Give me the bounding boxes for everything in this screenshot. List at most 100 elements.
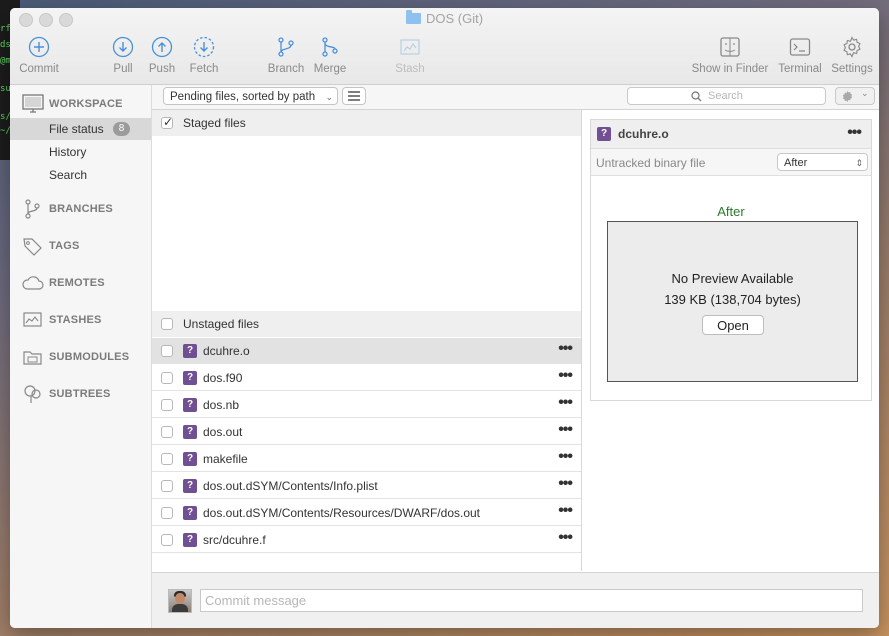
terminal-icon bbox=[789, 38, 811, 56]
staged-files-header: Staged files bbox=[152, 110, 581, 136]
file-name: src/dcuhre.f bbox=[203, 533, 266, 547]
sidebar-section-tags[interactable]: TAGS bbox=[22, 236, 80, 256]
list-view-toggle[interactable] bbox=[342, 87, 366, 105]
sidebar-item-file-status[interactable]: File status 8 bbox=[10, 118, 151, 140]
gear-icon bbox=[842, 90, 853, 103]
stage-all-checkbox[interactable] bbox=[161, 115, 173, 129]
diff-preview-pane: ? dcuhre.o ••• Untracked binary file Aft… bbox=[582, 110, 879, 571]
list-icon bbox=[348, 91, 360, 101]
unstaged-files-label: Unstaged files bbox=[183, 317, 260, 331]
commit-button[interactable]: Commit bbox=[19, 36, 59, 75]
cloud-icon bbox=[22, 276, 44, 290]
gear-icon bbox=[843, 36, 861, 58]
push-button[interactable]: Push bbox=[147, 36, 177, 75]
toolbar: DOS (Git) Commit Pull Push Fetch Branch … bbox=[10, 8, 879, 85]
file-name: dos.out.dSYM/Contents/Resources/DWARF/do… bbox=[203, 506, 481, 520]
file-row[interactable]: ? dos.nb ••• bbox=[152, 392, 581, 418]
file-row[interactable]: ? src/dcuhre.f ••• bbox=[152, 527, 581, 553]
more-options-icon[interactable]: ••• bbox=[558, 529, 573, 547]
stash-button[interactable]: Stash bbox=[390, 36, 430, 75]
sidebar-section-stashes[interactable]: STASHES bbox=[22, 310, 102, 330]
sidebar-section-submodules[interactable]: SUBMODULES bbox=[22, 347, 129, 367]
terminal-button[interactable]: Terminal bbox=[776, 36, 824, 75]
sidebar-item-label: Search bbox=[49, 168, 88, 182]
untracked-badge: ? bbox=[597, 127, 611, 141]
push-label: Push bbox=[148, 63, 176, 75]
untracked-badge: ? bbox=[183, 506, 197, 520]
tag-icon bbox=[23, 238, 42, 256]
untracked-badge: ? bbox=[183, 398, 197, 412]
preview-subheader: Untracked binary file After ⇕ bbox=[591, 149, 871, 176]
file-row[interactable]: ? dos.f90 ••• bbox=[152, 365, 581, 391]
unstaged-files-header: Unstaged files bbox=[152, 311, 581, 337]
more-options-icon[interactable]: ••• bbox=[558, 340, 573, 358]
file-checkbox[interactable] bbox=[161, 507, 173, 519]
file-checkbox[interactable] bbox=[161, 426, 173, 438]
file-checkbox[interactable] bbox=[161, 345, 173, 357]
fetch-button[interactable]: Fetch bbox=[186, 36, 222, 75]
untracked-badge: ? bbox=[183, 533, 197, 547]
sidebar-section-branches[interactable]: BRANCHES bbox=[22, 199, 113, 219]
open-button[interactable]: Open bbox=[702, 315, 764, 335]
search-box[interactable] bbox=[627, 87, 826, 105]
pull-label: Pull bbox=[113, 63, 133, 75]
file-row[interactable]: ? makefile ••• bbox=[152, 446, 581, 472]
show-in-finder-button[interactable]: Show in Finder bbox=[690, 36, 770, 75]
file-checkbox[interactable] bbox=[161, 453, 173, 465]
file-list-pane: Staged files Unstaged files ? dcuhre.o •… bbox=[152, 110, 582, 571]
file-checkbox[interactable] bbox=[161, 372, 173, 384]
sidebar-section-label: BRANCHES bbox=[49, 203, 113, 215]
file-preview: ? dcuhre.o ••• Untracked binary file Aft… bbox=[590, 119, 872, 401]
commit-message-input[interactable] bbox=[200, 589, 863, 612]
sidebar-section-subtrees[interactable]: SUBTREES bbox=[22, 384, 111, 404]
pull-button[interactable]: Pull bbox=[108, 36, 138, 75]
folder-stack-icon bbox=[23, 351, 42, 365]
settings-button[interactable]: Settings bbox=[830, 36, 874, 75]
arrow-up-circle-icon bbox=[151, 36, 173, 58]
file-checkbox[interactable] bbox=[161, 480, 173, 492]
file-row[interactable]: ? dos.out.dSYM/Contents/Resources/DWARF/… bbox=[152, 500, 581, 526]
sidebar-item-history[interactable]: History bbox=[10, 141, 151, 163]
file-row[interactable]: ? dos.out ••• bbox=[152, 419, 581, 445]
more-options-icon[interactable]: ••• bbox=[558, 502, 573, 520]
sidebar-section-workspace[interactable]: WORKSPACE bbox=[22, 94, 123, 114]
untracked-badge: ? bbox=[183, 344, 197, 358]
unstaged-all-checkbox[interactable] bbox=[161, 318, 173, 330]
file-name: dos.out bbox=[203, 425, 243, 439]
more-options-icon[interactable]: ••• bbox=[558, 367, 573, 385]
chevron-down-icon: ⌄ bbox=[325, 92, 333, 102]
untracked-badge: ? bbox=[183, 452, 197, 466]
fetch-icon bbox=[193, 36, 215, 58]
chevron-updown-icon: ⇕ bbox=[855, 158, 863, 168]
after-heading: After bbox=[717, 204, 745, 219]
more-options-icon[interactable]: ••• bbox=[558, 475, 573, 493]
file-name: makefile bbox=[203, 452, 248, 466]
file-checkbox[interactable] bbox=[161, 399, 173, 411]
file-checkbox[interactable] bbox=[161, 534, 173, 546]
no-preview-text: No Preview Available bbox=[671, 271, 794, 286]
no-preview-box: No Preview Available 139 KB (138,704 byt… bbox=[607, 221, 858, 382]
sidebar-section-remotes[interactable]: REMOTES bbox=[22, 273, 105, 293]
search-input[interactable] bbox=[706, 89, 820, 103]
more-options-icon[interactable]: ••• bbox=[558, 448, 573, 466]
merge-icon bbox=[322, 37, 338, 57]
more-options-icon[interactable]: ••• bbox=[558, 421, 573, 439]
file-count-badge: 8 bbox=[113, 122, 130, 136]
file-filter-select[interactable]: Pending files, sorted by path ⌄ bbox=[163, 87, 338, 105]
more-options-icon[interactable]: ••• bbox=[847, 124, 862, 142]
branch-icon bbox=[278, 37, 294, 57]
file-row[interactable]: ? dos.out.dSYM/Contents/Info.plist ••• bbox=[152, 473, 581, 499]
search-icon bbox=[691, 91, 702, 102]
merge-button[interactable]: Merge bbox=[310, 36, 350, 75]
sidebar-section-label: TAGS bbox=[49, 240, 80, 252]
action-menu-button[interactable]: ⌄ bbox=[835, 87, 875, 105]
sidebar-item-search[interactable]: Search bbox=[10, 164, 151, 186]
sidebar-section-label: REMOTES bbox=[49, 277, 105, 289]
version-select[interactable]: After ⇕ bbox=[777, 153, 868, 171]
file-row[interactable]: ? dcuhre.o ••• bbox=[152, 338, 581, 364]
more-options-icon[interactable]: ••• bbox=[558, 394, 573, 412]
file-name: dos.nb bbox=[203, 398, 240, 412]
sidebar: WORKSPACE File status 8 History Search B… bbox=[10, 85, 152, 628]
commit-label: Commit bbox=[19, 63, 59, 75]
branch-button[interactable]: Branch bbox=[266, 36, 306, 75]
